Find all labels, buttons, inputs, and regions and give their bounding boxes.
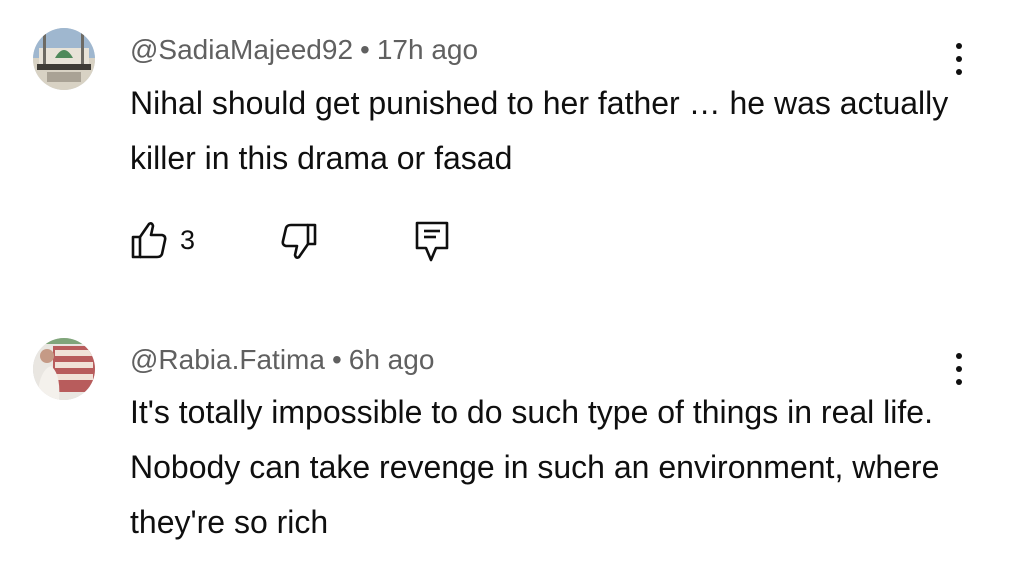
dislike-button[interactable] [278,222,318,267]
avatar[interactable] [33,338,95,400]
comment-meta: @SadiaMajeed92 • 17h ago [130,36,478,64]
comment-1: @SadiaMajeed92 • 17h ago Nihal should get … [0,0,1024,300]
comment-text: It's totally impossible to do such type … [130,394,940,540]
more-vertical-icon [956,43,962,49]
comment-text: Nihal should get punished to her father … [130,85,949,176]
comment-meta: @Rabia.Fatima • 6h ago [130,346,434,374]
meta-separator: • [360,34,370,65]
reply-button[interactable] [414,220,450,269]
author-handle[interactable]: @Rabia.Fatima [130,344,325,375]
timestamp[interactable]: 17h ago [377,34,478,65]
profile-photo-avatar-image [33,338,95,400]
more-vertical-icon [956,353,962,359]
thumbs-up-icon [131,222,167,259]
comment-2: @Rabia.Fatima • 6h ago It's totally imposs… [0,300,1024,578]
thumbs-down-icon [281,223,317,259]
comment-actions: 3 [130,220,470,264]
like-count: 3 [180,224,196,255]
avatar[interactable] [33,28,95,90]
meta-separator: • [331,344,342,375]
like-button[interactable]: 3 [130,220,195,260]
author-handle[interactable]: @SadiaMajeed92 [130,34,353,65]
more-options-button[interactable] [943,34,975,84]
more-options-button[interactable] [943,344,975,394]
reply-comment-icon [415,221,449,262]
mosque-avatar-image [33,28,95,90]
timestamp[interactable]: 6h ago [349,344,435,375]
